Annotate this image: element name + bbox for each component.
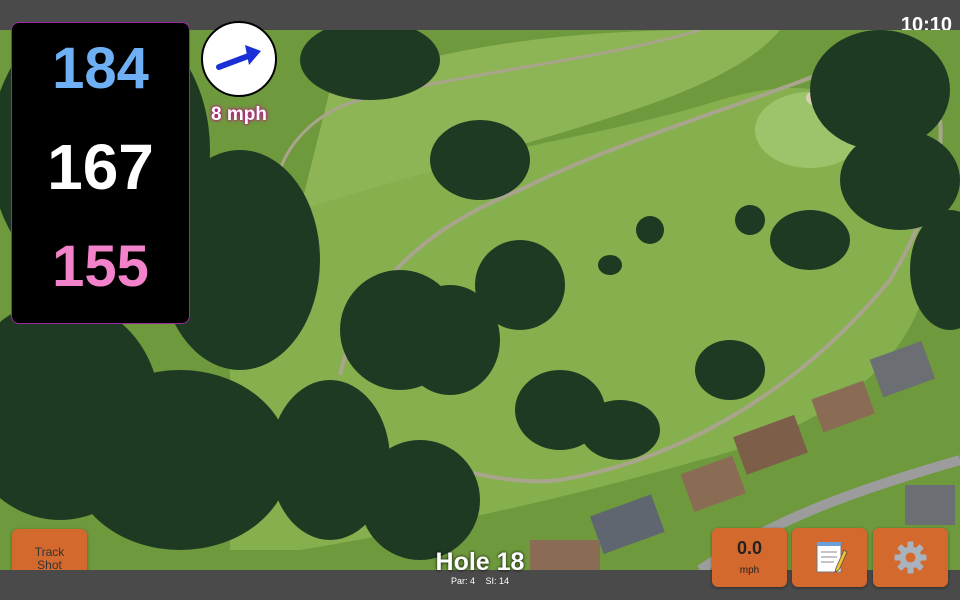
wind-speed-label: 8 mph <box>211 104 267 125</box>
wind-indicator <box>201 21 277 97</box>
distance-panel: 184 167 155 <box>11 22 190 324</box>
front-of-green-distance: 155 <box>52 234 149 299</box>
hole-stroke-index: SI: 14 <box>485 576 510 586</box>
back-of-green-distance: 184 <box>52 36 149 101</box>
speed-value: 0.0 <box>736 538 763 558</box>
notes-button[interactable] <box>792 528 867 587</box>
notepad-icon <box>816 542 848 573</box>
gear-icon <box>894 541 927 574</box>
hole-par: Par: 4 <box>450 576 475 586</box>
middle-of-green-distance: 167 <box>47 131 154 203</box>
speed-button[interactable]: 0.0 mph <box>712 528 787 587</box>
hole-title: Hole 18 <box>435 548 525 576</box>
hole-info: Par: 4 SI: 14 <box>400 576 560 586</box>
settings-button[interactable] <box>873 528 948 587</box>
wind-direction-arrow-icon <box>216 45 261 70</box>
speed-unit: mph <box>739 565 760 576</box>
